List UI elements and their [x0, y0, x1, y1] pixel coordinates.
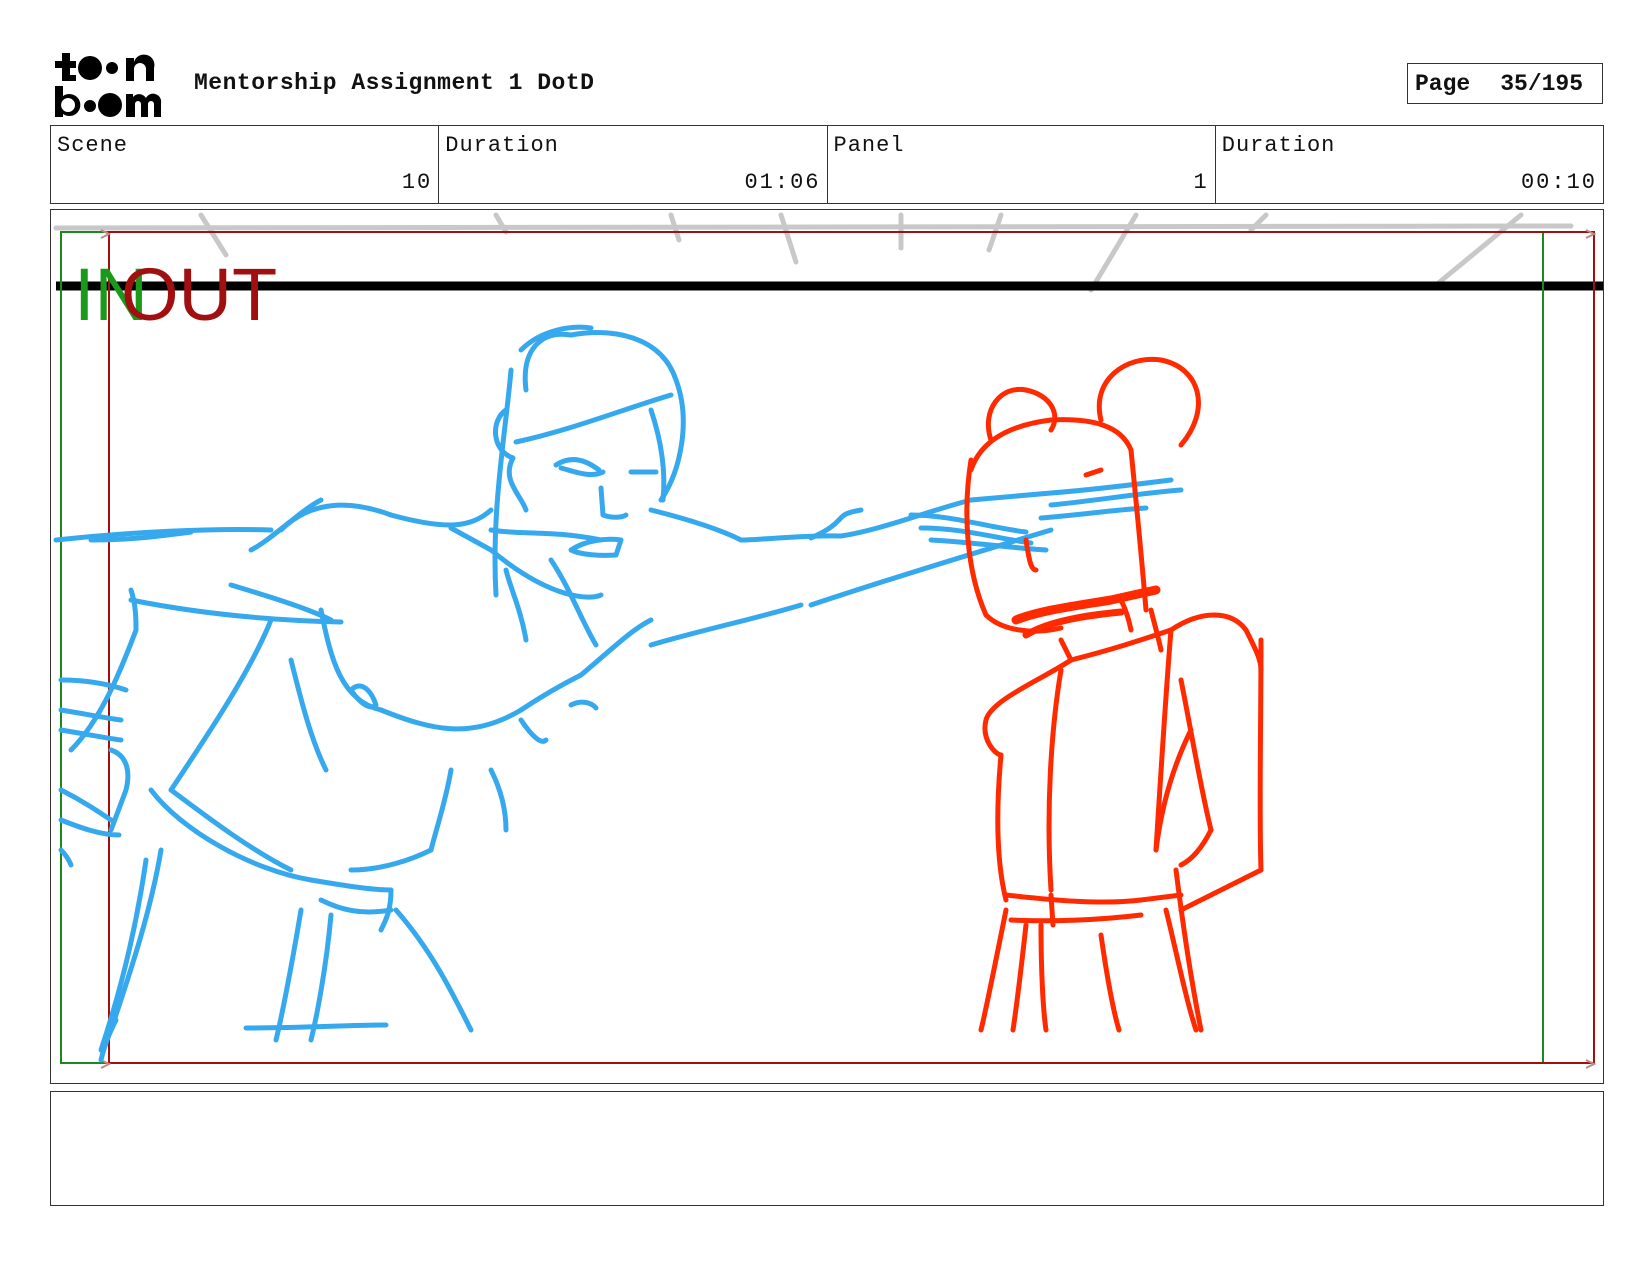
toonboom-logo [55, 53, 162, 117]
scene-duration-label: Duration [445, 133, 559, 158]
page-indicator: Page 35/195 [1407, 63, 1603, 104]
panel-label: Panel [833, 133, 905, 158]
page-label: Page [1415, 70, 1471, 97]
panel-artwork: IN OUT [53, 212, 1603, 1069]
scene-duration-value: 01:06 [744, 170, 821, 195]
scene-duration-cell: Duration 01:06 [439, 126, 828, 203]
storyboard-panel: IN OUT [50, 209, 1604, 1084]
panel-duration-cell: Duration 00:10 [1216, 126, 1603, 203]
in-frame [60, 231, 1544, 1064]
panel-info-row: Scene 10 Duration 01:06 Panel 1 Duration… [50, 125, 1604, 204]
page-number: 35/195 [1500, 70, 1584, 97]
panel-number: 1 [1193, 170, 1209, 195]
panel-duration-label: Duration [1221, 133, 1336, 158]
project-title: Mentorship Assignment 1 DotD [194, 70, 595, 96]
scene-label: Scene [57, 133, 129, 158]
scene-number: 10 [401, 170, 433, 195]
panel-duration-value: 00:10 [1520, 170, 1597, 195]
background-sketch [53, 212, 1574, 293]
mouse-character-sketch [964, 356, 1264, 1033]
panel-cell: Panel 1 [828, 126, 1216, 203]
out-label: OUT [121, 253, 277, 336]
scene-cell: Scene 10 [51, 126, 440, 203]
caption-box [50, 1091, 1604, 1206]
